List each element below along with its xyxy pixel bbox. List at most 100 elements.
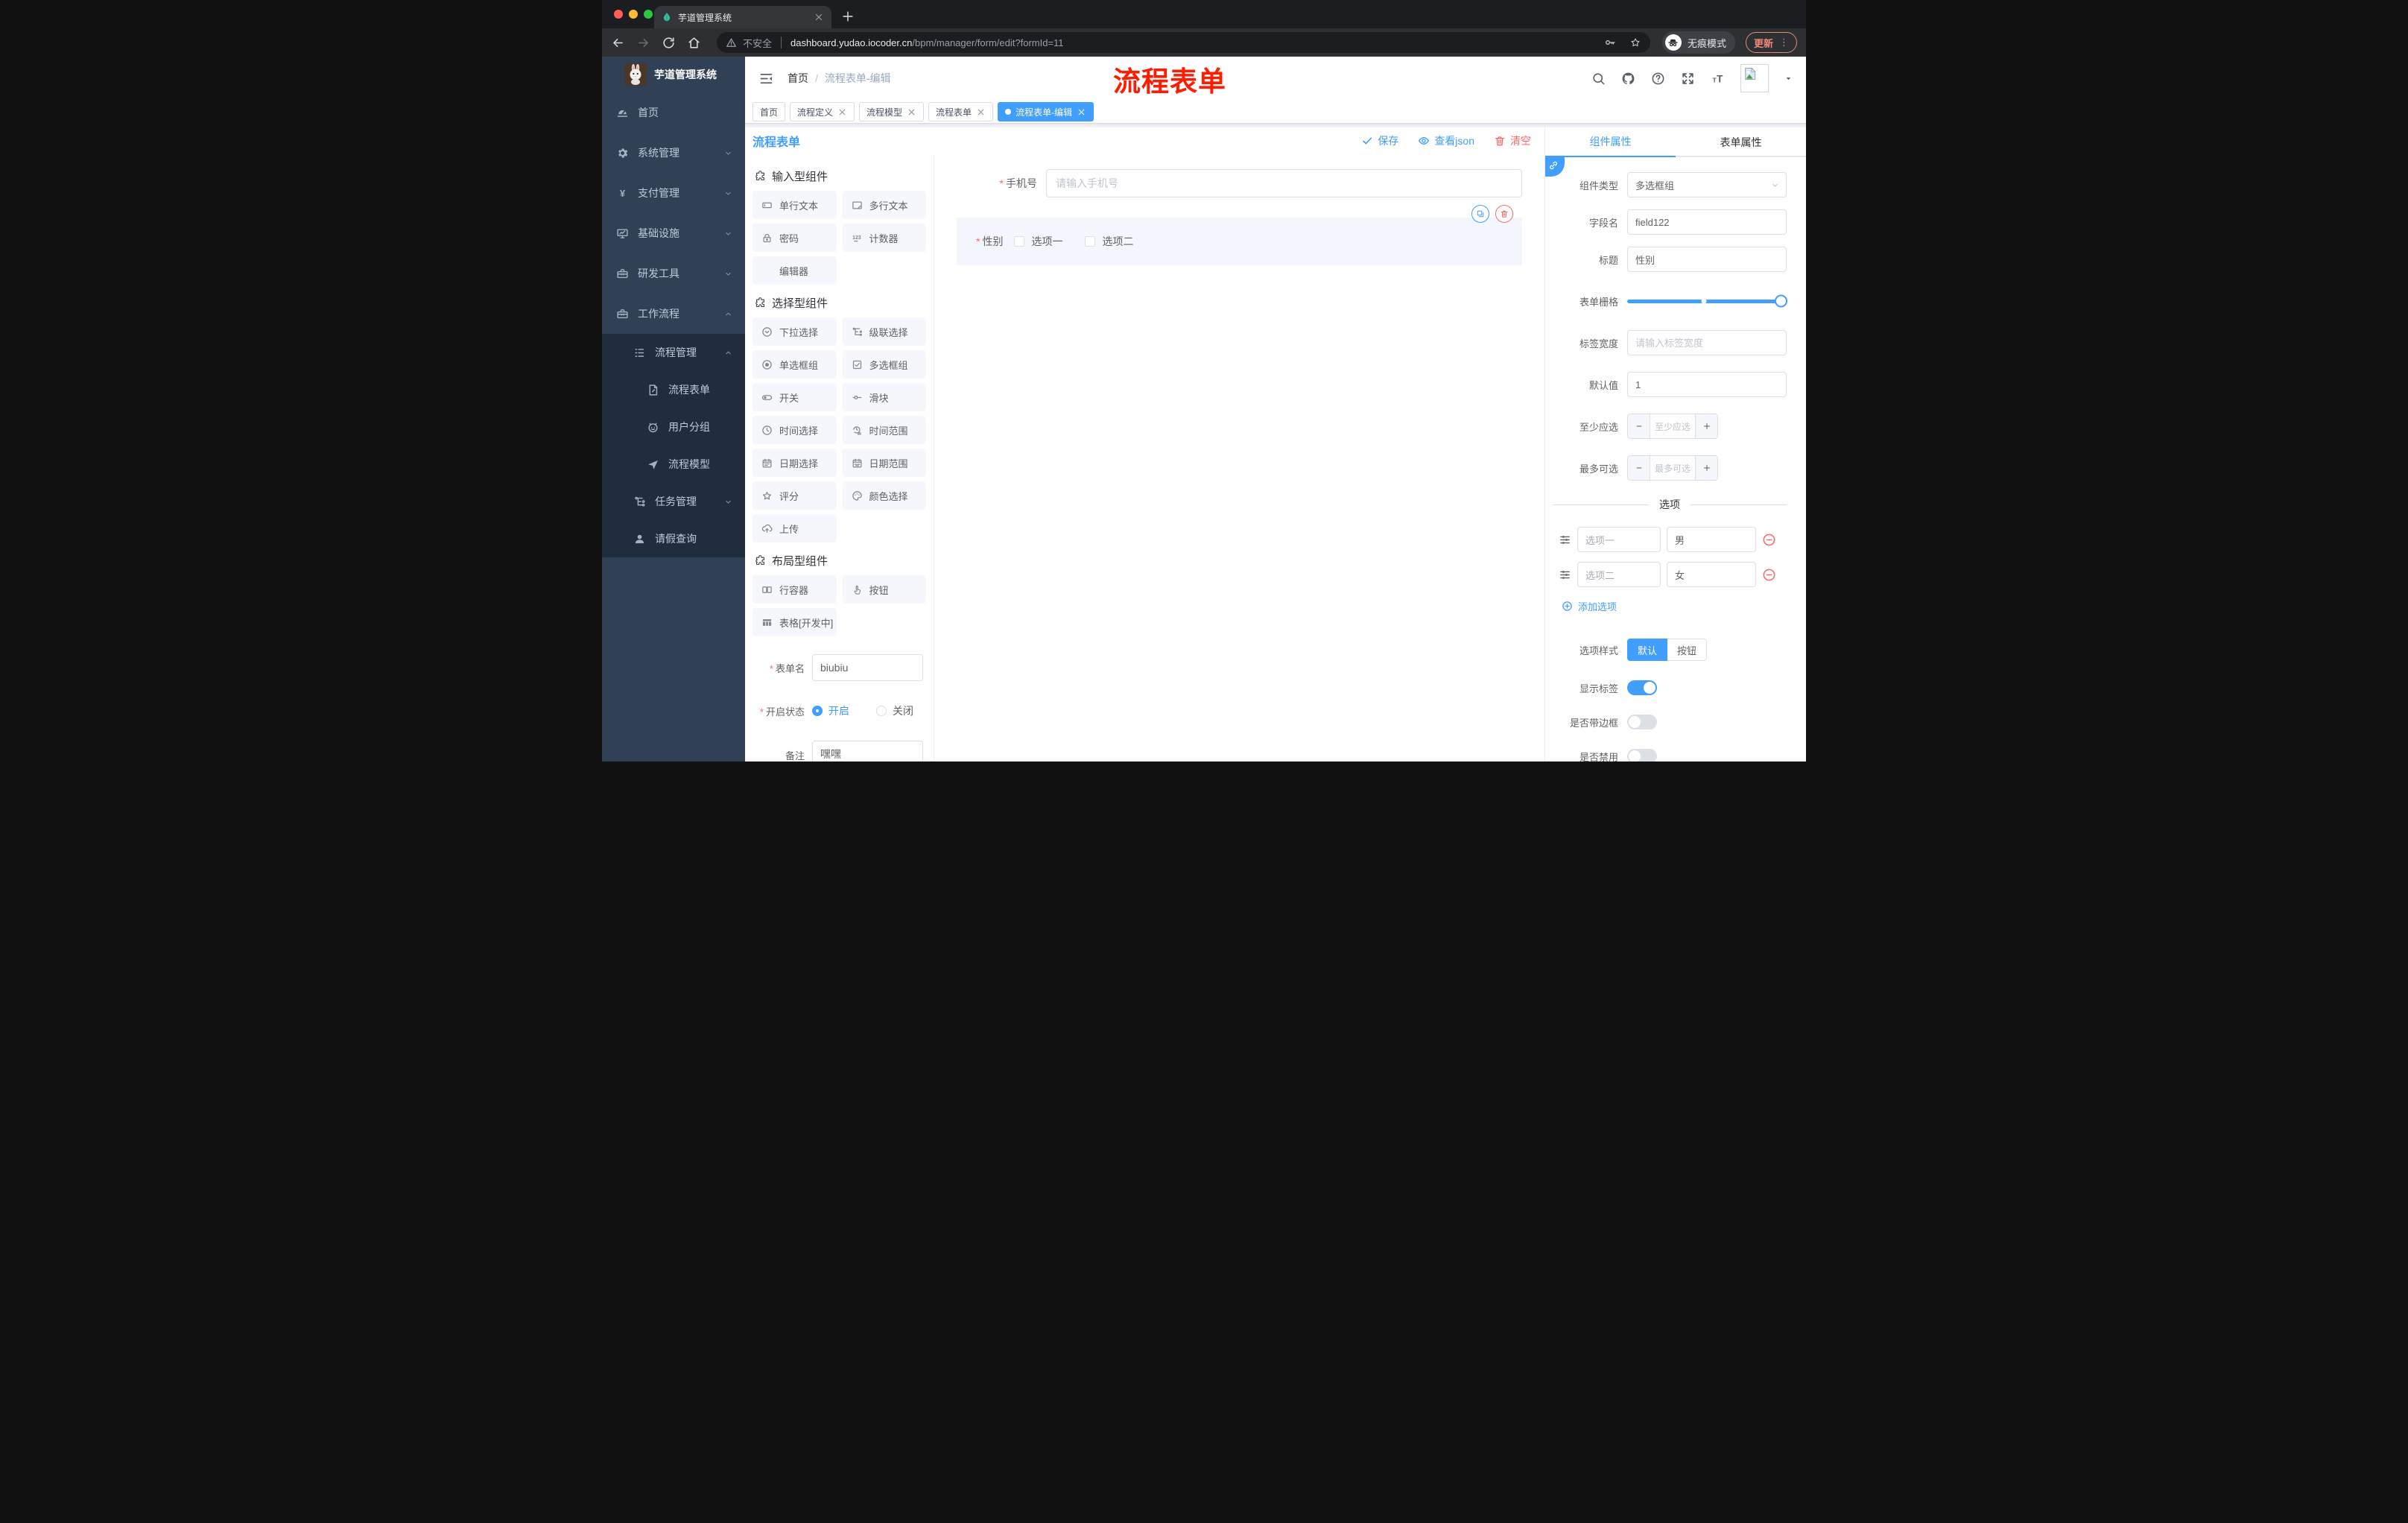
status-on-radio[interactable]: 开启 bbox=[812, 703, 849, 718]
component-item[interactable]: 级联选择 bbox=[842, 317, 926, 346]
browser-update-button[interactable]: 更新 ⋮ bbox=[1745, 32, 1797, 53]
checkbox-box[interactable] bbox=[1014, 236, 1025, 247]
window-controls[interactable] bbox=[614, 10, 653, 19]
show-label-toggle[interactable] bbox=[1627, 680, 1657, 695]
new-tab-button[interactable] bbox=[840, 9, 855, 24]
form-grid-slider[interactable] bbox=[1627, 288, 1787, 314]
component-item[interactable]: 颜色选择 bbox=[842, 481, 926, 510]
field-name-input[interactable] bbox=[1627, 209, 1787, 235]
form-remark-textarea[interactable]: 嘿嘿 bbox=[812, 741, 923, 762]
gender-option-checkbox[interactable]: 选项二 bbox=[1085, 234, 1133, 249]
forward-icon[interactable] bbox=[636, 36, 650, 50]
zoom-window-button[interactable] bbox=[644, 10, 653, 19]
page-tag-form-edit[interactable]: 流程表单-编辑 bbox=[998, 102, 1094, 121]
component-item[interactable]: 密码 bbox=[752, 224, 837, 252]
gender-field-selected[interactable]: * 性别 选项一 选项二 bbox=[957, 205, 1522, 265]
reload-icon[interactable] bbox=[662, 36, 676, 50]
stepper-minus-button[interactable] bbox=[1628, 414, 1650, 438]
title-input[interactable] bbox=[1627, 247, 1787, 272]
tag-close-icon[interactable] bbox=[1077, 107, 1086, 117]
logo[interactable]: 芋道管理系统 bbox=[602, 57, 745, 92]
component-item[interactable]: 行容器 bbox=[752, 575, 837, 604]
option-label-input[interactable] bbox=[1577, 527, 1661, 552]
sidebar-item-leave-query[interactable]: 请假查询 bbox=[602, 520, 745, 557]
component-item[interactable]: 单选框组 bbox=[752, 350, 837, 379]
component-item[interactable]: 多选框组 bbox=[842, 350, 926, 379]
component-item[interactable]: 多行文本 bbox=[842, 191, 926, 219]
save-button[interactable]: 保存 bbox=[1361, 133, 1398, 148]
stepper-plus-button[interactable] bbox=[1695, 456, 1717, 480]
back-icon[interactable] bbox=[611, 36, 625, 50]
avatar[interactable] bbox=[1740, 64, 1769, 92]
default-value-input[interactable] bbox=[1627, 372, 1787, 397]
add-option-button[interactable]: 添加选项 bbox=[1562, 599, 1787, 613]
form-canvas[interactable]: *手机号 *性别 选项一 选项二 bbox=[934, 154, 1544, 762]
component-item[interactable]: 表格[开发中] bbox=[752, 608, 837, 636]
component-type-select[interactable]: 多选框组 bbox=[1627, 172, 1787, 197]
page-tag-process-model[interactable]: 流程模型 bbox=[859, 102, 925, 121]
tab-close-icon[interactable] bbox=[814, 12, 824, 22]
fullscreen-icon[interactable] bbox=[1681, 72, 1695, 86]
component-item[interactable]: 日期选择 bbox=[752, 449, 837, 477]
component-item[interactable]: 评分 bbox=[752, 481, 837, 510]
component-item[interactable]: 开关 bbox=[752, 383, 837, 411]
component-item[interactable]: 123 计数器 bbox=[842, 224, 926, 252]
page-tag-process-def[interactable]: 流程定义 bbox=[790, 102, 855, 121]
component-item[interactable]: 上传 bbox=[752, 514, 837, 542]
sidebar-item-workflow[interactable]: 工作流程 bbox=[602, 294, 745, 334]
sidebar-item-process-model[interactable]: 流程模型 bbox=[602, 446, 745, 483]
component-item[interactable]: 滑块 bbox=[842, 383, 926, 411]
tag-close-icon[interactable] bbox=[976, 107, 986, 117]
copy-component-button[interactable] bbox=[1471, 205, 1489, 223]
min-select-value[interactable]: 至少应选 bbox=[1650, 414, 1695, 438]
status-off-radio[interactable]: 关闭 bbox=[876, 703, 913, 718]
remove-option-icon[interactable] bbox=[1762, 533, 1776, 547]
disabled-toggle[interactable] bbox=[1627, 749, 1657, 762]
github-icon[interactable] bbox=[1621, 72, 1635, 86]
component-item[interactable]: 日期范围 bbox=[842, 449, 926, 477]
slider-handle[interactable] bbox=[1775, 294, 1787, 308]
font-size-icon[interactable]: TT bbox=[1711, 72, 1725, 86]
sidebar-item-process-form[interactable]: 流程表单 bbox=[602, 371, 745, 408]
home-icon[interactable] bbox=[687, 36, 701, 50]
sidebar-item-user-group[interactable]: 用户分组 bbox=[602, 408, 745, 446]
form-name-input[interactable] bbox=[812, 654, 923, 681]
component-item[interactable]: 下拉选择 bbox=[752, 317, 837, 346]
clear-button[interactable]: 清空 bbox=[1494, 133, 1531, 148]
with-border-toggle[interactable] bbox=[1627, 715, 1657, 729]
style-default-button[interactable]: 默认 bbox=[1627, 639, 1668, 661]
component-item[interactable]: 单行文本 bbox=[752, 191, 837, 219]
help-icon[interactable] bbox=[1651, 72, 1665, 86]
max-select-value[interactable]: 最多可选 bbox=[1650, 456, 1695, 480]
stepper-plus-button[interactable] bbox=[1695, 414, 1717, 438]
sidebar-item-task-mgmt[interactable]: 任务管理 bbox=[602, 483, 745, 520]
drag-handle-icon[interactable] bbox=[1559, 569, 1571, 581]
stepper-minus-button[interactable] bbox=[1628, 456, 1650, 480]
delete-component-button[interactable] bbox=[1495, 205, 1513, 223]
bookmark-star-icon[interactable] bbox=[1629, 37, 1641, 48]
checkbox-box[interactable] bbox=[1085, 236, 1096, 247]
browser-tab[interactable]: 芋道管理系统 bbox=[654, 6, 831, 28]
sidebar-item-process-mgmt[interactable]: 流程管理 bbox=[602, 334, 745, 371]
sidebar-fold-icon[interactable] bbox=[758, 71, 774, 86]
drag-handle-icon[interactable] bbox=[1559, 533, 1571, 546]
tab-form-props[interactable]: 表单属性 bbox=[1676, 127, 1806, 157]
browser-menu-dots-icon[interactable]: ⋮ bbox=[1779, 37, 1789, 48]
key-icon[interactable] bbox=[1604, 37, 1616, 48]
sidebar-item-payment[interactable]: ¥ 支付管理 bbox=[602, 173, 745, 213]
page-tag-process-form[interactable]: 流程表单 bbox=[928, 102, 994, 121]
option-value-input[interactable] bbox=[1667, 562, 1756, 587]
sidebar-item-system[interactable]: 系统管理 bbox=[602, 133, 745, 173]
remove-option-icon[interactable] bbox=[1762, 568, 1776, 582]
option-label-input[interactable] bbox=[1577, 562, 1661, 587]
component-item[interactable]: 时间范围 bbox=[842, 416, 926, 444]
option-value-input[interactable] bbox=[1667, 527, 1756, 552]
sidebar-item-infrastructure[interactable]: 基础设施 bbox=[602, 213, 745, 253]
component-item[interactable]: 按钮 bbox=[842, 575, 926, 604]
close-window-button[interactable] bbox=[614, 10, 623, 19]
gender-option-checkbox[interactable]: 选项一 bbox=[1014, 234, 1062, 249]
sidebar-item-devtools[interactable]: 研发工具 bbox=[602, 253, 745, 294]
phone-input[interactable] bbox=[1046, 169, 1522, 197]
view-json-button[interactable]: 查看json bbox=[1418, 133, 1474, 148]
url-bar[interactable]: 不安全 dashboard.yudao.iocoder.cn/bpm/manag… bbox=[717, 32, 1650, 53]
